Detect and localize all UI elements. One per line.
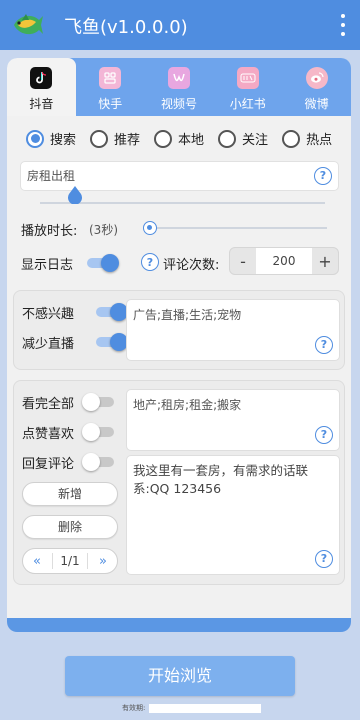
radio-search[interactable]: 搜索 — [26, 129, 76, 148]
less-live-label: 减少直播 — [22, 337, 75, 352]
kuaishou-icon — [99, 67, 122, 89]
douyin-icon — [30, 67, 53, 89]
tab-label: 微博 — [304, 97, 329, 111]
decrement-button[interactable]: - — [230, 248, 256, 274]
play-duration-label: 播放时长: — [21, 224, 78, 239]
radio-recommend[interactable]: 推荐 — [90, 129, 140, 148]
exclude-keywords-textarea[interactable]: 广告;直播;生活;宠物 ? — [126, 299, 340, 361]
radio-circle — [218, 129, 237, 148]
tab-xiaohongshu[interactable]: 小红书 — [213, 58, 282, 116]
match-keywords-textarea[interactable]: 地产;租房;租金;搬家 ? — [126, 389, 340, 451]
help-icon[interactable]: ? — [314, 167, 332, 185]
xiaohongshu-icon — [236, 67, 259, 89]
radio-local[interactable]: 本地 — [154, 129, 204, 148]
keyword-value: 房租出租 — [27, 169, 76, 183]
comment-count-label: 评论次数: — [163, 258, 220, 273]
show-log-toggle[interactable] — [87, 254, 119, 272]
play-duration-slider[interactable] — [143, 221, 157, 235]
comment-count-value[interactable]: 200 — [256, 248, 312, 274]
play-duration-track — [145, 227, 327, 229]
more-menu-icon[interactable] — [340, 14, 346, 36]
tab-douyin[interactable]: 抖音 — [7, 58, 76, 116]
tab-label: 快手 — [98, 97, 123, 111]
radio-hot[interactable]: 热点 — [282, 129, 332, 148]
tab-weibo[interactable]: 微博 — [282, 58, 351, 116]
pager: « 1/1 » — [22, 548, 118, 574]
comment-count-stepper: - 200 + — [229, 247, 339, 275]
watch-all-label: 看完全部 — [22, 397, 75, 412]
exclude-keywords-value: 广告;直播;生活;宠物 — [133, 308, 242, 322]
next-page-button[interactable]: » — [95, 554, 111, 569]
radio-circle — [26, 129, 44, 148]
tab-label: 抖音 — [29, 97, 54, 111]
divider — [52, 553, 54, 569]
play-duration-value: (3秒) — [89, 223, 118, 237]
prev-page-button[interactable]: « — [29, 554, 45, 569]
delete-button[interactable]: 删除 — [22, 515, 118, 539]
like-label: 点赞喜欢 — [22, 427, 75, 442]
reply-text-value: 我这里有一套房，有需求的话联系:QQ 123456 — [133, 463, 309, 496]
radio-circle — [282, 129, 301, 148]
not-interested-toggle[interactable] — [96, 303, 128, 321]
radio-circle — [90, 129, 109, 148]
help-icon[interactable]: ? — [315, 550, 333, 568]
radio-follow[interactable]: 关注 — [218, 129, 268, 148]
not-interested-label: 不感兴趣 — [22, 307, 75, 322]
help-icon[interactable]: ? — [315, 336, 333, 354]
radio-label: 本地 — [178, 133, 205, 148]
validity-value — [149, 703, 262, 713]
mode-radio-group: 搜索 推荐 本地 关注 热点 — [26, 129, 346, 148]
less-live-toggle[interactable] — [96, 333, 128, 351]
shipinhao-icon — [167, 67, 190, 89]
radio-label: 关注 — [242, 133, 269, 148]
reply-label: 回复评论 — [22, 457, 75, 472]
radio-circle — [154, 129, 173, 148]
divider — [86, 553, 88, 569]
app-bar: 飞鱼(v1.0.0.0) — [0, 0, 360, 50]
keyword-slider-handle[interactable] — [67, 186, 83, 204]
main-card: 抖音 快手 视频号 小红书 微博 搜索 推荐 本地 关注 热点 房租出租 ? 播… — [7, 58, 351, 632]
watch-all-toggle[interactable] — [82, 393, 114, 411]
start-browsing-button[interactable]: 开始浏览 — [65, 656, 295, 696]
tab-label: 小红书 — [229, 97, 266, 111]
interest-section: 不感兴趣 减少直播 广告;直播;生活;宠物 ? — [13, 290, 345, 370]
match-keywords-value: 地产;租房;租金;搬家 — [133, 398, 242, 412]
add-button[interactable]: 新增 — [22, 482, 118, 506]
like-toggle[interactable] — [82, 423, 114, 441]
radio-label: 搜索 — [50, 133, 77, 148]
validity-label: 有效期: — [122, 704, 146, 712]
show-log-label: 显示日志 — [21, 258, 74, 273]
action-section: 看完全部 点赞喜欢 回复评论 新增 删除 « 1/1 » 地产;租房;租金;搬家… — [13, 380, 345, 585]
reply-toggle[interactable] — [82, 453, 114, 471]
fish-logo-icon — [14, 14, 43, 35]
app-title: 飞鱼(v1.0.0.0) — [64, 17, 188, 38]
help-icon[interactable]: ? — [315, 426, 333, 444]
page-indicator: 1/1 — [60, 554, 80, 568]
validity-info: 有效期: — [122, 703, 262, 713]
radio-label: 热点 — [306, 133, 333, 148]
radio-label: 推荐 — [114, 133, 141, 148]
card-footer-bar — [7, 618, 351, 632]
tab-label: 视频号 — [160, 97, 197, 111]
platform-tabs: 抖音 快手 视频号 小红书 微博 — [7, 58, 351, 116]
weibo-icon — [305, 67, 328, 89]
tab-shipinhao[interactable]: 视频号 — [145, 58, 214, 116]
help-icon[interactable]: ? — [141, 253, 159, 271]
reply-text-textarea[interactable]: 我这里有一套房，有需求的话联系:QQ 123456 ? — [126, 455, 340, 575]
increment-button[interactable]: + — [312, 248, 338, 274]
tab-kuaishou[interactable]: 快手 — [76, 58, 145, 116]
